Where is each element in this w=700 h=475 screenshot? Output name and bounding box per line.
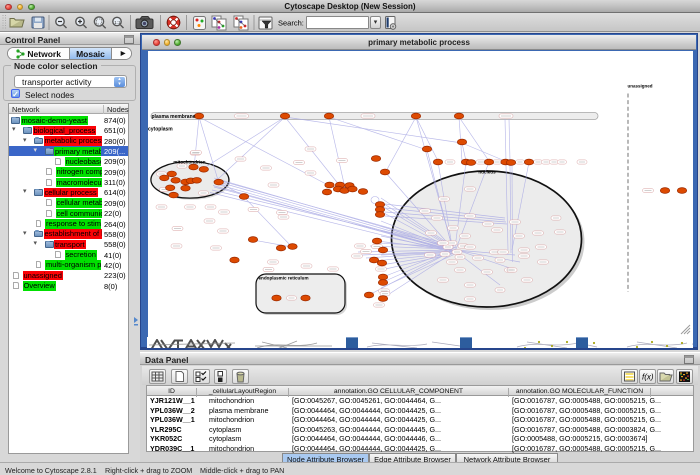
svg-text:f(x): f(x) xyxy=(642,373,654,382)
svg-text:nucleus: nucleus xyxy=(478,170,496,175)
svg-text:endoplasmic reticulum: endoplasmic reticulum xyxy=(259,276,309,281)
svg-text:mitochondrion: mitochondrion xyxy=(173,160,205,165)
svg-text:plasma membrane: plasma membrane xyxy=(152,114,196,120)
svg-text:unassigned: unassigned xyxy=(628,84,653,89)
svg-text:1:1: 1:1 xyxy=(114,20,121,25)
svg-text:cytoplasm: cytoplasm xyxy=(148,126,173,132)
svg-text:Search:: Search: xyxy=(278,19,304,28)
